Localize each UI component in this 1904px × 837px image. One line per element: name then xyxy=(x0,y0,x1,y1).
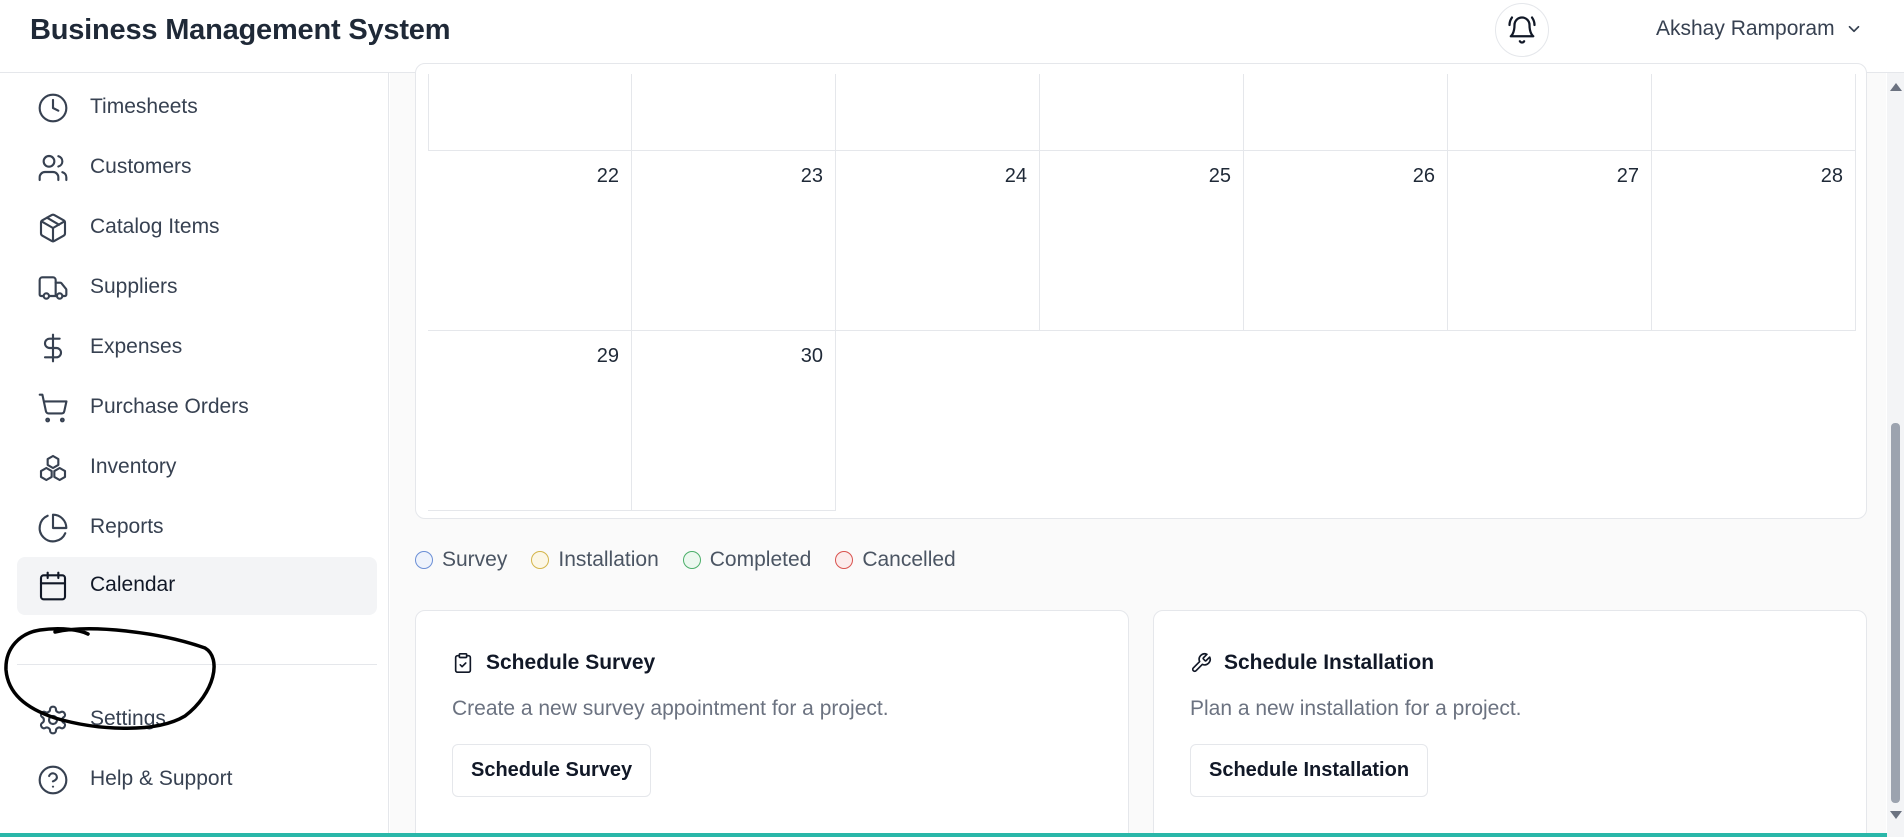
legend-label: Cancelled xyxy=(862,548,956,571)
legend-item-installation: Installation xyxy=(531,548,659,572)
calendar-day-cell[interactable]: 28 xyxy=(1652,151,1856,331)
chevron-down-icon xyxy=(1848,25,1859,33)
day-number: 23 xyxy=(800,165,823,187)
legend-dot xyxy=(531,551,550,569)
sidebar-item-calendar[interactable]: Calendar xyxy=(17,557,377,615)
sidebar-item-label: Expenses xyxy=(90,335,183,358)
card-header: Schedule Installation xyxy=(1190,651,1434,675)
calendar-legend: Survey Installation Completed Cancelled xyxy=(415,548,980,572)
day-number: 28 xyxy=(1820,165,1843,187)
legend-item-completed: Completed xyxy=(682,548,812,572)
sidebar: Timesheets Customers Catalog Items Suppl… xyxy=(0,73,389,837)
calendar-day-cell[interactable] xyxy=(428,74,632,151)
bell-icon xyxy=(1508,16,1536,44)
scroll-down-arrow-icon[interactable] xyxy=(1890,811,1902,819)
legend-dot xyxy=(415,551,433,569)
card-title: Schedule Survey xyxy=(486,651,656,674)
sidebar-item-help-support[interactable]: Help & Support xyxy=(17,751,377,809)
card-title: Schedule Installation xyxy=(1224,651,1435,674)
calendar-day-cell[interactable] xyxy=(1040,74,1244,151)
boxes-icon xyxy=(37,452,69,484)
day-number: 25 xyxy=(1208,165,1231,187)
sidebar-item-label: Settings xyxy=(90,707,166,730)
user-menu[interactable]: Akshay Ramporam xyxy=(1656,17,1863,41)
calendar-day-cell[interactable]: 27 xyxy=(1448,151,1652,331)
calendar-day-cell[interactable] xyxy=(1448,74,1652,151)
legend-item-cancelled: Cancelled xyxy=(835,548,956,572)
sidebar-item-label: Inventory xyxy=(90,455,177,478)
user-name: Akshay Ramporam xyxy=(1656,17,1835,40)
sidebar-item-label: Purchase Orders xyxy=(90,395,249,418)
help-icon xyxy=(37,764,69,796)
schedule-installation-button[interactable]: Schedule Installation xyxy=(1190,744,1429,797)
sidebar-item-expenses[interactable]: Expenses xyxy=(17,319,377,377)
main-content: 22 23 24 25 26 27 28 29 30 Survey Instal… xyxy=(390,63,1886,837)
legend-label: Survey xyxy=(442,548,508,571)
calendar-day-cell[interactable] xyxy=(1652,74,1856,151)
legend-label: Completed xyxy=(709,548,812,571)
scrollbar-thumb[interactable] xyxy=(1891,423,1900,803)
legend-label: Installation xyxy=(558,548,659,571)
package-icon xyxy=(37,212,69,244)
sidebar-item-catalog-items[interactable]: Catalog Items xyxy=(17,199,377,257)
sidebar-item-label: Reports xyxy=(90,515,164,538)
calendar-day-cell[interactable]: 24 xyxy=(836,151,1040,331)
pie-chart-icon xyxy=(37,512,69,544)
calendar-day-cell[interactable]: 23 xyxy=(632,151,836,331)
day-number: 22 xyxy=(596,165,619,187)
card-description: Plan a new installation for a project. xyxy=(1190,697,1522,720)
sidebar-item-reports[interactable]: Reports xyxy=(17,499,377,557)
sidebar-item-label: Help & Support xyxy=(90,767,233,790)
clipboard-check-icon xyxy=(454,653,472,673)
calendar-day-cell[interactable]: 29 xyxy=(428,331,632,511)
sidebar-item-label: Calendar xyxy=(90,573,176,596)
legend-dot xyxy=(835,551,854,569)
legend-dot xyxy=(682,551,701,569)
card-description: Create a new survey appointment for a pr… xyxy=(452,697,889,720)
gear-icon xyxy=(37,704,69,736)
calendar-icon xyxy=(37,570,69,602)
calendar-card: 22 23 24 25 26 27 28 29 30 xyxy=(415,63,1867,519)
day-number: 30 xyxy=(800,345,823,367)
wrench-icon xyxy=(1191,653,1211,673)
day-number: 24 xyxy=(1004,165,1027,187)
users-icon xyxy=(37,152,69,184)
schedule-survey-button[interactable]: Schedule Survey xyxy=(452,744,652,797)
sidebar-item-customers[interactable]: Customers xyxy=(17,139,377,197)
legend-item-survey: Survey xyxy=(415,548,507,572)
sidebar-item-suppliers[interactable]: Suppliers xyxy=(17,259,377,317)
day-number: 26 xyxy=(1412,165,1435,187)
card-header: Schedule Survey xyxy=(452,651,655,675)
calendar-day-cell[interactable]: 26 xyxy=(1244,151,1448,331)
schedule-installation-card: Schedule Installation Plan a new install… xyxy=(1153,610,1867,837)
cart-icon xyxy=(37,392,69,424)
calendar-day-cell[interactable] xyxy=(1244,74,1448,151)
calendar-day-cell[interactable]: 22 xyxy=(428,151,632,331)
day-number: 27 xyxy=(1616,165,1639,187)
calendar-day-cell[interactable]: 30 xyxy=(632,331,836,511)
sidebar-item-label: Customers xyxy=(90,155,192,178)
app-title: Business Management System xyxy=(30,14,451,46)
sidebar-divider xyxy=(17,664,377,665)
sidebar-item-label: Suppliers xyxy=(90,275,178,298)
sidebar-item-label: Timesheets xyxy=(90,95,198,118)
clock-icon xyxy=(37,92,69,124)
sidebar-item-timesheets[interactable]: Timesheets xyxy=(17,79,377,137)
calendar-grid: 22 23 24 25 26 27 28 29 30 xyxy=(428,74,1856,511)
calendar-day-cell[interactable]: 25 xyxy=(1040,151,1244,331)
sidebar-item-label: Catalog Items xyxy=(90,215,220,238)
day-number: 29 xyxy=(596,345,619,367)
truck-icon xyxy=(37,272,69,304)
sidebar-item-purchase-orders[interactable]: Purchase Orders xyxy=(17,379,377,437)
calendar-day-cell[interactable] xyxy=(632,74,836,151)
sidebar-item-inventory[interactable]: Inventory xyxy=(17,439,377,497)
calendar-day-cell[interactable] xyxy=(836,74,1040,151)
sidebar-item-settings[interactable]: Settings xyxy=(17,691,377,749)
scroll-up-arrow-icon[interactable] xyxy=(1890,83,1902,91)
schedule-survey-card: Schedule Survey Create a new survey appo… xyxy=(415,610,1129,837)
notifications-button[interactable] xyxy=(1495,3,1549,57)
dollar-icon xyxy=(37,332,69,364)
bottom-accent-bar xyxy=(0,833,1887,837)
page-scrollbar[interactable] xyxy=(1887,73,1904,837)
